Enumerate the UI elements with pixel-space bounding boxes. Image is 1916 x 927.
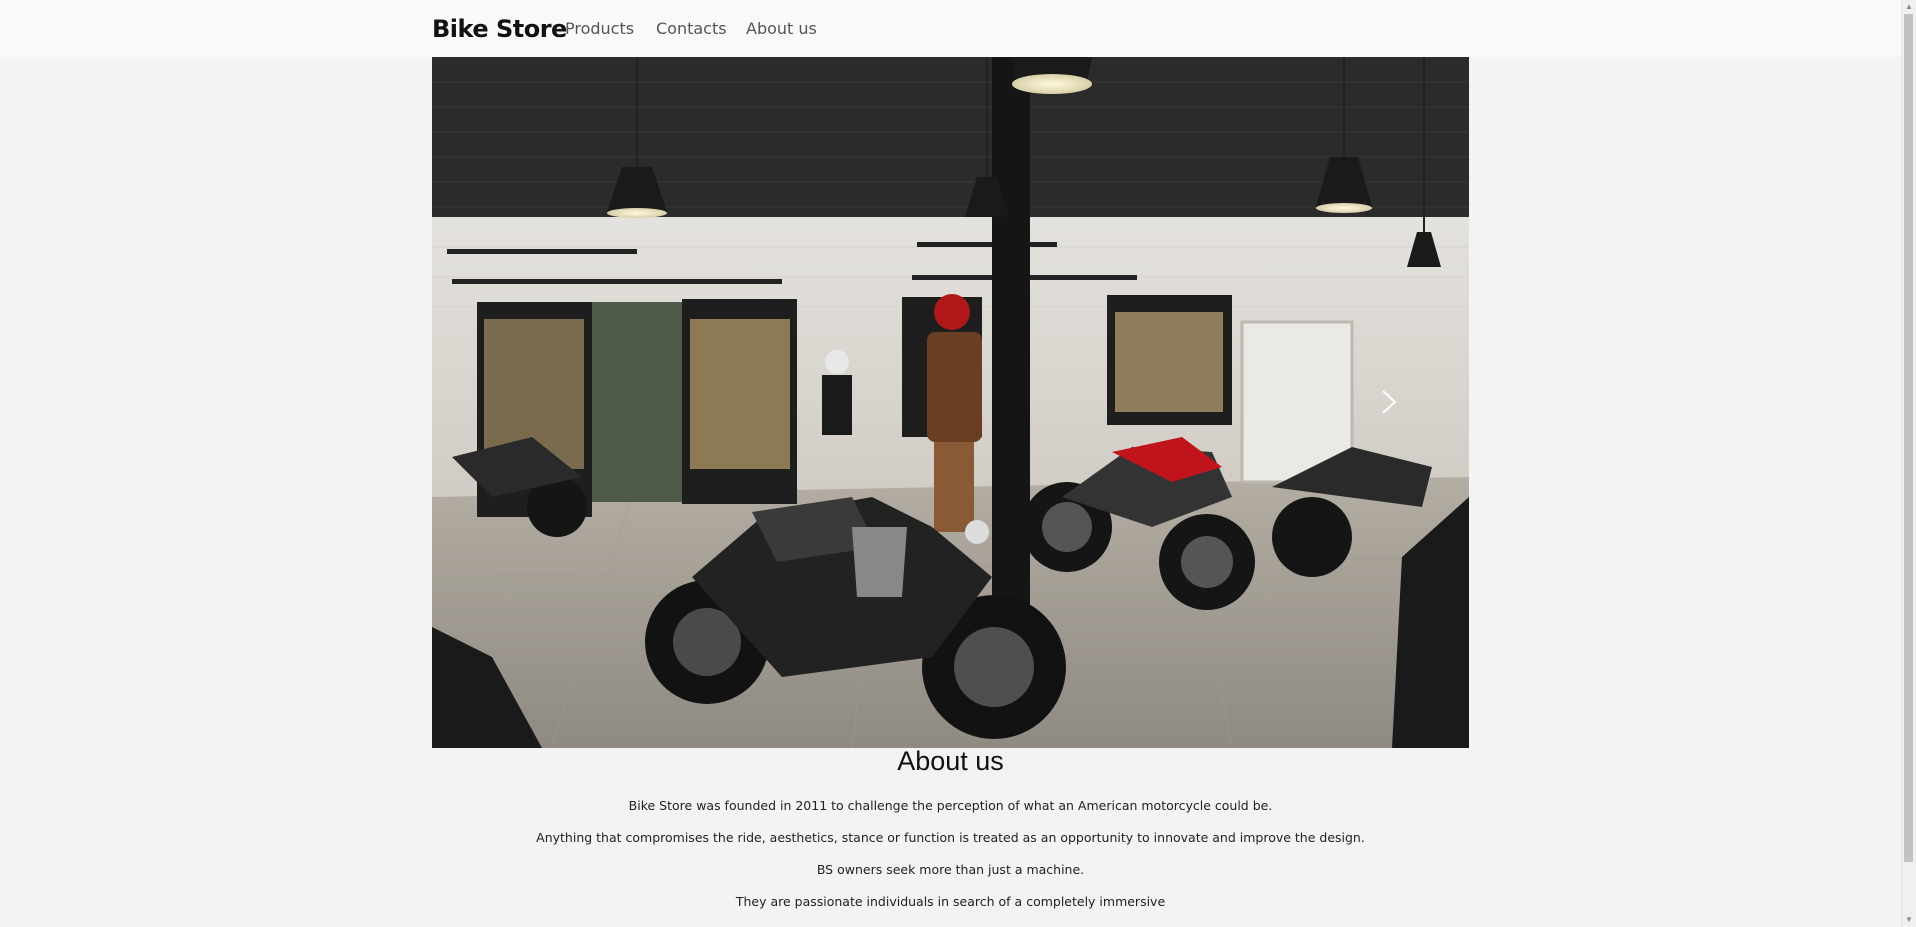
- scrollbar-thumb[interactable]: [1904, 14, 1913, 862]
- nav-link-contacts[interactable]: Contacts: [656, 19, 727, 38]
- about-title: About us: [897, 746, 1004, 776]
- vertical-scrollbar[interactable]: ▲ ▼: [1901, 0, 1916, 927]
- about-paragraph: BS owners seek more than just a machine.: [816, 862, 1085, 877]
- nav-link-about[interactable]: About us: [746, 19, 817, 38]
- nav-link-products[interactable]: Products: [565, 19, 634, 38]
- about-paragraph: They are passionate individuals in searc…: [735, 894, 1166, 909]
- scroll-down-icon[interactable]: ▼: [1902, 913, 1916, 927]
- hero-carousel: [432, 57, 1469, 748]
- showroom-image: [432, 57, 1469, 748]
- scroll-up-icon[interactable]: ▲: [1902, 0, 1916, 14]
- brand-link[interactable]: Bike Store: [432, 15, 567, 43]
- about-paragraph: Anything that compromises the ride, aest…: [536, 830, 1365, 845]
- chevron-right-icon[interactable]: [1369, 377, 1409, 427]
- navbar: Bike Store Products Contacts About us: [0, 0, 1902, 57]
- about-paragraph: Bike Store was founded in 2011 to challe…: [628, 798, 1273, 813]
